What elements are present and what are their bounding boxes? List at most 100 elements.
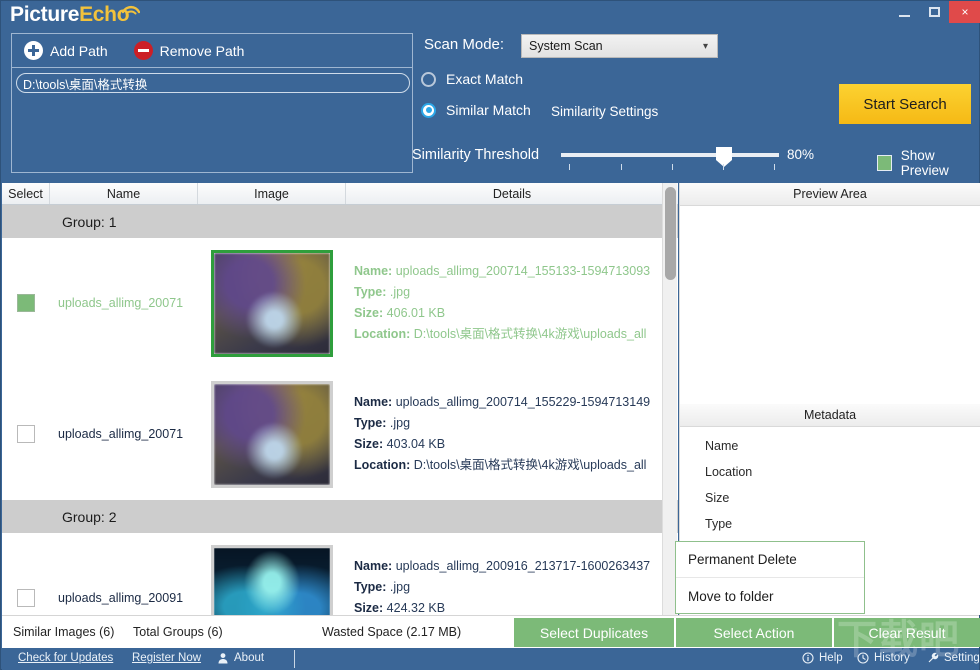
similar-match-label: Similar Match <box>446 102 531 118</box>
detail-value-location: D:\tools\桌面\格式转换\4k游戏\uploads_all <box>413 458 647 472</box>
detail-value-size: 403.04 KB <box>386 437 446 451</box>
detail-value-type: .jpg <box>389 580 411 594</box>
row-image-cell <box>198 249 346 357</box>
metadata-field-name: Name <box>705 439 739 453</box>
metadata-field-size: Size <box>705 491 730 505</box>
metadata-fields: Name Location Size Type <box>680 427 980 531</box>
slider-track <box>561 153 779 157</box>
row-name: uploads_allimg_20071 <box>58 427 184 441</box>
remove-path-button[interactable]: Remove Path <box>133 41 244 60</box>
thumbnail[interactable] <box>211 544 333 615</box>
column-header-name: Name <box>50 183 198 204</box>
results-list-body: Group: 1 uploads_allimg_20071 Name: uplo… <box>2 205 678 615</box>
maximize-button[interactable] <box>919 1 949 23</box>
thumbnail[interactable] <box>211 380 333 488</box>
row-checkbox[interactable] <box>17 425 35 443</box>
title-bar: PictureEcho × <box>1 1 980 31</box>
thumbnail-art <box>214 252 330 354</box>
detail-label-location: Location: <box>354 458 411 472</box>
logo-text-picture: Picture <box>10 3 80 26</box>
similarity-threshold-label: Similarity Threshold <box>412 147 540 163</box>
scan-mode-select[interactable]: System Scan ▾ <box>521 34 718 58</box>
table-row[interactable]: uploads_allimg_20071 Name: uploads_allim… <box>2 369 678 500</box>
detail-label-type: Type: <box>354 285 387 299</box>
table-row[interactable]: uploads_allimg_20091 Name: uploads_allim… <box>2 533 678 615</box>
add-path-label: Add Path <box>50 42 108 59</box>
path-toolbar: Add Path Remove Path <box>12 34 412 68</box>
thumbnail-art <box>214 383 330 485</box>
preview-area-title: Preview Area <box>680 183 980 206</box>
group-header: Group: 2 <box>2 500 678 533</box>
column-header-details: Details <box>492 186 532 201</box>
clear-result-button[interactable]: Clear Result <box>834 618 980 647</box>
chevron-down-icon: ▾ <box>702 41 708 52</box>
select-duplicates-button[interactable]: Select Duplicates <box>514 618 674 647</box>
preview-area-body[interactable] <box>680 206 980 404</box>
thumbnail[interactable] <box>211 249 333 357</box>
row-details: Name: uploads_allimg_200714_155133-15947… <box>346 261 678 345</box>
similar-match-option[interactable]: Similar Match <box>421 102 531 118</box>
show-preview-toggle[interactable]: Show Preview <box>877 148 979 178</box>
check-for-updates-link[interactable]: Check for Updates <box>18 652 113 664</box>
wasted-space: Wasted Space (2.17 MB) <box>322 625 462 639</box>
clock-icon <box>857 652 869 664</box>
scrollbar-thumb[interactable] <box>665 187 676 280</box>
row-checkbox[interactable] <box>17 294 35 312</box>
start-search-button[interactable]: Start Search <box>839 84 971 124</box>
picture-echo-window: PictureEcho × Add Path Remove Path D:\to… <box>0 0 980 670</box>
detail-value-type: .jpg <box>389 285 411 299</box>
about-label: About <box>234 652 265 664</box>
window-controls: × <box>889 1 980 31</box>
bottom-bar: Similar Images (6) Total Groups (6) Wast… <box>2 615 980 648</box>
help-label: Help <box>819 652 843 664</box>
select-action-menu: Permanent Delete Move to folder <box>675 541 865 614</box>
row-checkbox[interactable] <box>17 589 35 607</box>
similarity-threshold-slider[interactable] <box>561 147 779 173</box>
row-name: uploads_allimg_20071 <box>58 296 184 310</box>
exact-match-option[interactable]: Exact Match <box>421 71 523 87</box>
app-logo: PictureEcho <box>10 3 130 27</box>
minimize-button[interactable] <box>889 1 919 23</box>
path-list-item[interactable]: D:\tools\桌面\格式转换 <box>16 73 410 93</box>
detail-label-name: Name: <box>354 559 393 573</box>
similarity-settings-link[interactable]: Similarity Settings <box>551 104 658 119</box>
metadata-field-type: Type <box>705 517 733 531</box>
column-header-image: Image <box>198 183 346 204</box>
total-groups-count: Total Groups (6) <box>133 625 223 639</box>
info-icon <box>802 652 814 664</box>
minus-circle-icon <box>133 41 153 60</box>
row-select-cell <box>2 589 50 607</box>
show-preview-label: Show Preview <box>900 148 949 178</box>
similar-match-radio[interactable] <box>421 102 436 118</box>
row-image-cell <box>198 544 346 615</box>
similarity-threshold-value: 80% <box>787 147 815 162</box>
history-label: History <box>874 652 910 664</box>
history-button[interactable]: History <box>857 652 910 664</box>
row-select-cell <box>2 294 50 312</box>
table-row[interactable]: uploads_allimg_20071 Name: uploads_allim… <box>2 238 678 369</box>
settings-button[interactable]: Settings <box>927 652 980 664</box>
wifi-arc-icon <box>122 5 140 15</box>
results-list: Select Name Image Details Group: 1 uploa… <box>2 183 678 615</box>
settings-label: Settings <box>944 652 980 664</box>
row-image-cell <box>198 380 346 488</box>
about-button[interactable]: About <box>217 652 264 664</box>
select-action-button[interactable]: Select Action <box>676 618 832 647</box>
results-list-header: Select Name Image Details <box>2 183 678 205</box>
register-now-link[interactable]: Register Now <box>132 652 201 664</box>
detail-label-size: Size: <box>354 601 384 615</box>
detail-value-name: uploads_allimg_200714_155133-1594713093 <box>395 264 651 278</box>
menu-item-move-to-folder[interactable]: Move to folder <box>676 578 864 614</box>
plus-circle-icon <box>24 41 43 60</box>
detail-value-location: D:\tools\桌面\格式转换\4k游戏\uploads_all <box>413 327 647 341</box>
add-path-button[interactable]: Add Path <box>24 41 108 60</box>
detail-value-name: uploads_allimg_200714_155229-1594713149 <box>395 395 651 409</box>
metadata-title: Metadata <box>680 404 980 427</box>
exact-match-radio[interactable] <box>421 71 436 87</box>
show-preview-checkbox[interactable] <box>877 155 892 171</box>
exact-match-label: Exact Match <box>446 71 524 87</box>
menu-item-permanent-delete[interactable]: Permanent Delete <box>676 542 864 578</box>
slider-ticks <box>561 164 779 171</box>
close-button[interactable]: × <box>949 1 980 23</box>
help-button[interactable]: Help <box>802 652 843 664</box>
